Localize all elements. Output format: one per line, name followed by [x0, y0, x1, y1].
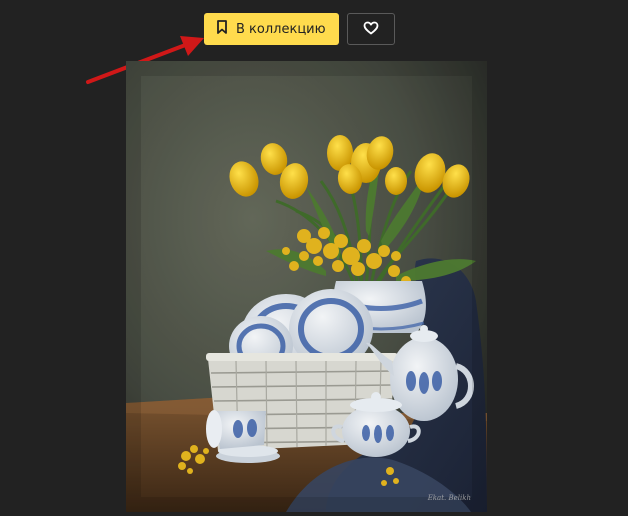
add-to-collection-button[interactable]: В коллекцию: [204, 13, 339, 45]
like-button[interactable]: [347, 13, 395, 45]
photographer-signature: Ekat. Belikh: [427, 494, 471, 502]
image-toolbar: В коллекцию: [204, 13, 395, 45]
still-life-photo: Ekat. Belikh: [126, 61, 487, 512]
add-to-collection-label: В коллекцию: [236, 21, 326, 37]
heart-icon: [363, 20, 379, 39]
bookmark-icon: [216, 20, 228, 38]
image-viewer: В коллекцию Ekat. Belikh: [0, 0, 628, 516]
